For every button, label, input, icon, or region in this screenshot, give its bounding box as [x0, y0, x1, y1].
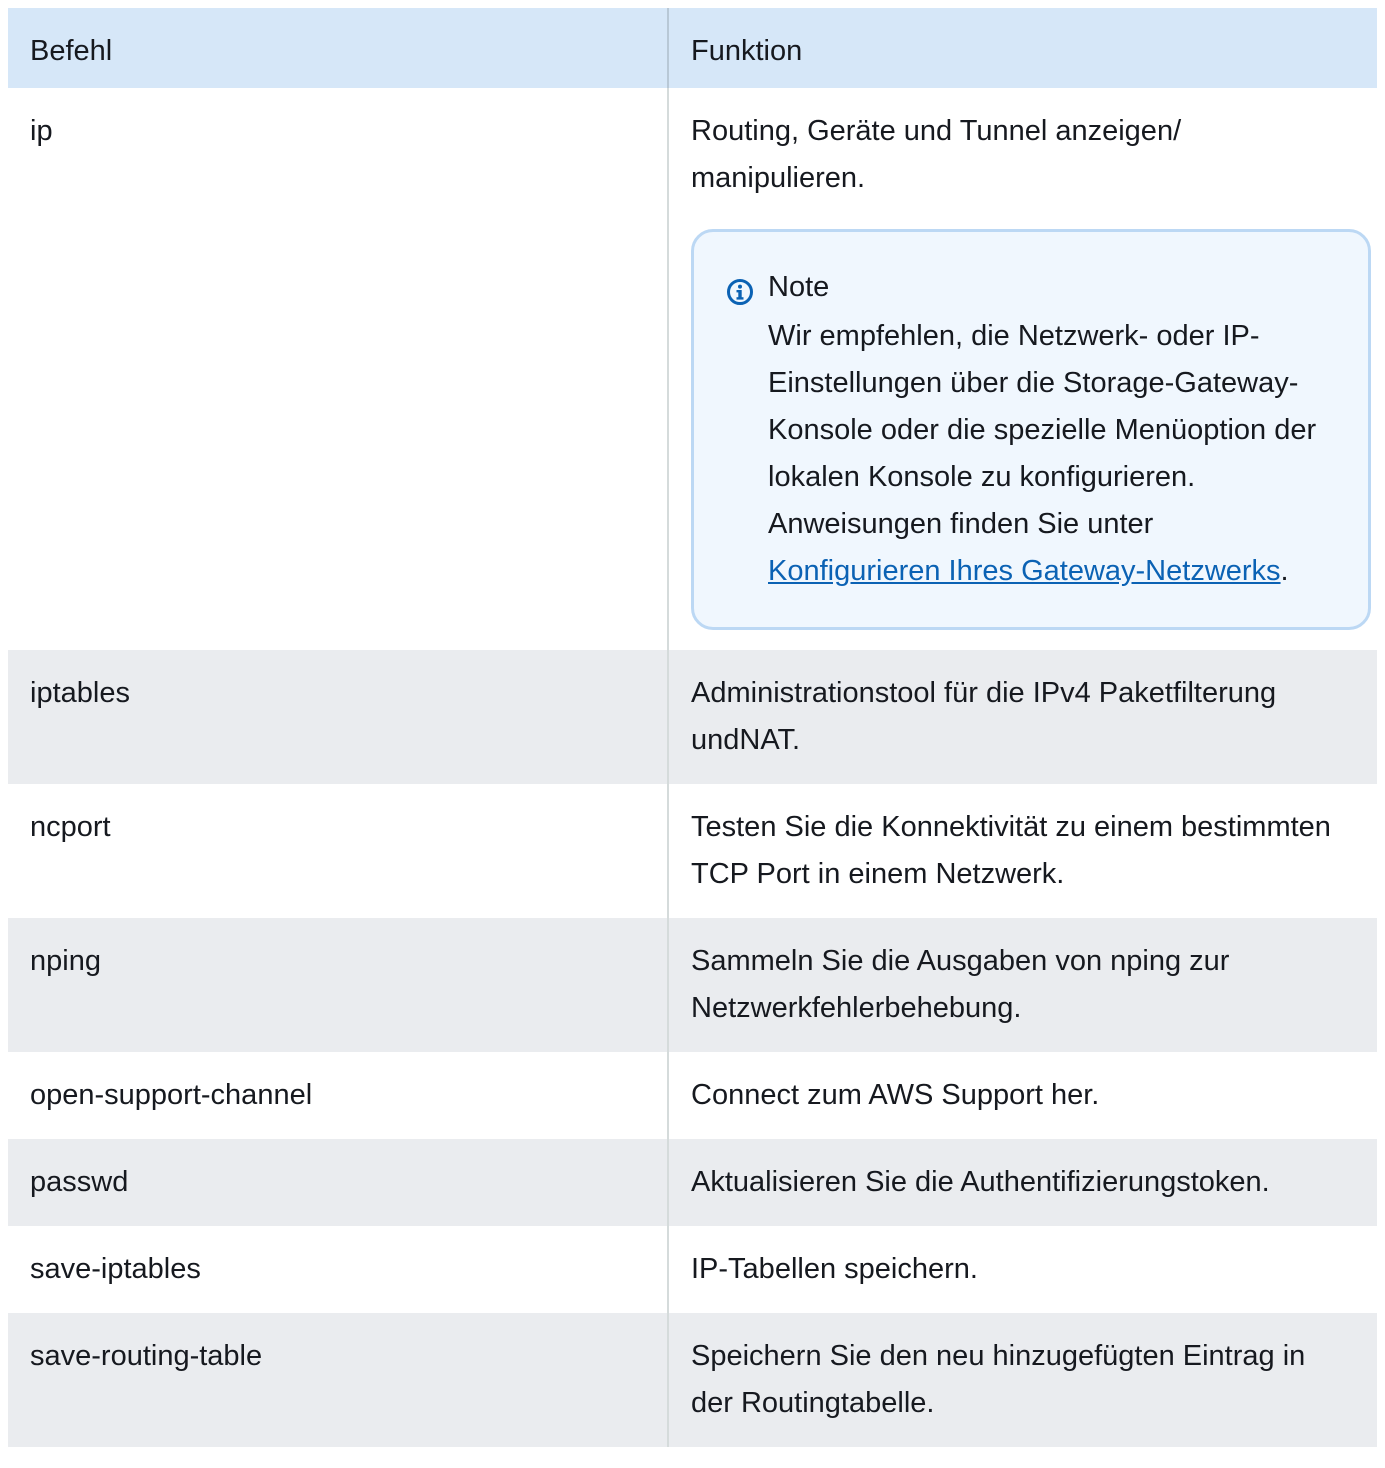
table-row: iptables Administrationstool für die IPv… — [8, 650, 1377, 784]
function-cell: Sammeln Sie die Ausgaben von nping zur N… — [667, 918, 1377, 1052]
table-body: ip Routing, Geräte und Tunnel anzeigen/ … — [8, 88, 1377, 1447]
command-cell: save-iptables — [8, 1226, 668, 1313]
function-cell: Aktualisieren Sie die Authentifizierungs… — [667, 1139, 1377, 1226]
note-callout: Note Wir empfehlen, die Netzwerk- oder I… — [691, 229, 1371, 630]
table-row: open-support-channel Connect zum AWS Sup… — [8, 1052, 1377, 1139]
header-befehl: Befehl — [8, 8, 668, 88]
table-row: nping Sammeln Sie die Ausgaben von nping… — [8, 918, 1377, 1052]
gateway-network-link[interactable]: Konfigurieren Ihres Gateway-Netzwerks — [768, 555, 1281, 587]
function-cell: Testen Sie die Konnektivität zu einem be… — [667, 784, 1377, 918]
table-row: passwd Aktualisieren Sie die Authentifiz… — [8, 1139, 1377, 1226]
note-title: Note — [768, 271, 830, 303]
function-text: Routing, Geräte und Tunnel anzeigen/ man… — [691, 115, 1182, 194]
info-icon — [726, 274, 754, 305]
note-text-end: . — [1280, 555, 1289, 587]
header-row: Befehl Funktion — [8, 8, 1377, 88]
command-cell: iptables — [8, 650, 668, 784]
function-cell: Speichern Sie den neu hinzugefügten Eint… — [667, 1313, 1377, 1447]
command-table-container: Befehl Funktion ip Routing, Geräte und T… — [8, 8, 1377, 1447]
command-table: Befehl Funktion ip Routing, Geräte und T… — [8, 8, 1377, 1447]
command-cell: ip — [8, 88, 668, 650]
table-header: Befehl Funktion — [8, 8, 1377, 88]
command-cell: save-routing-table — [8, 1313, 668, 1447]
function-cell: Routing, Geräte und Tunnel anzeigen/ man… — [667, 88, 1377, 650]
table-row: save-routing-table Speichern Sie den neu… — [8, 1313, 1377, 1447]
table-row: ncport Testen Sie die Konnektivität zu e… — [8, 784, 1377, 918]
table-row: save-iptables IP-Tabellen speichern. — [8, 1226, 1377, 1313]
function-cell: IP-Tabellen speichern. — [667, 1226, 1377, 1313]
note-header: Note — [726, 264, 1328, 311]
table-row: ip Routing, Geräte und Tunnel anzeigen/ … — [8, 88, 1377, 650]
function-cell: Connect zum AWS Support her. — [667, 1052, 1377, 1139]
command-cell: open-support-channel — [8, 1052, 668, 1139]
command-cell: passwd — [8, 1139, 668, 1226]
command-cell: ncport — [8, 784, 668, 918]
header-funktion: Funktion — [667, 8, 1377, 88]
note-body: Wir empfehlen, die Netzwerk- oder IP-Ein… — [768, 313, 1328, 595]
command-cell: nping — [8, 918, 668, 1052]
note-text: Wir empfehlen, die Netzwerk- oder IP-Ein… — [768, 320, 1317, 540]
function-cell: Administrationstool für die IPv4 Paketfi… — [667, 650, 1377, 784]
